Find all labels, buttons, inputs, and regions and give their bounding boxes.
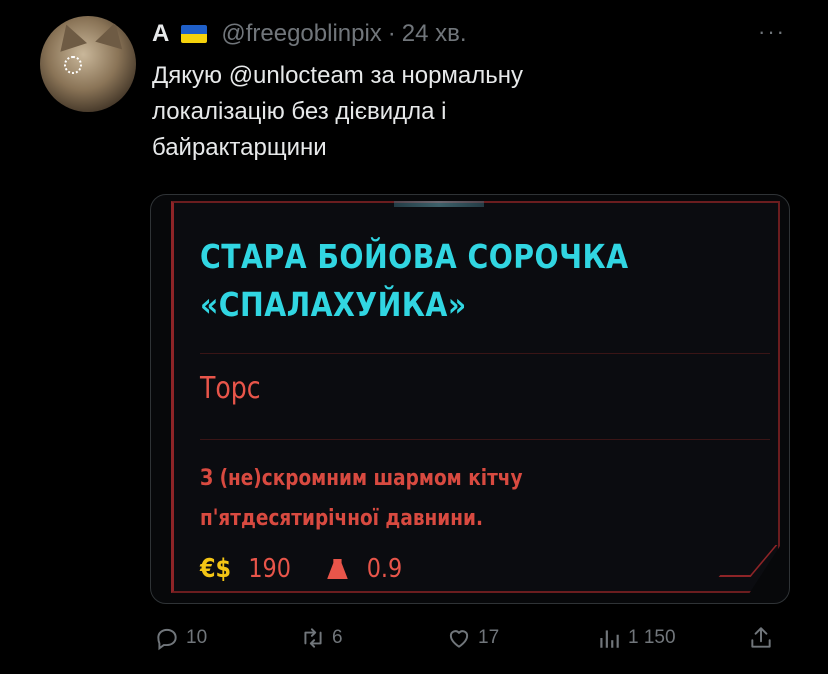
analytics-icon [600,630,619,648]
avatar[interactable] [40,16,136,112]
reply-count: 10 [186,627,208,648]
user-handle[interactable]: @freegoblinpix [221,20,381,48]
display-name[interactable]: A [152,20,169,48]
item-price: 190 [248,554,292,584]
share-icon [751,627,771,648]
divider [200,353,770,354]
tweet-actions: 10 6 17 1 150 [150,620,790,656]
like-button[interactable]: 17 [446,620,499,656]
tweet-media-image[interactable]: СТАРА БОЙОВА СОРОЧКА «СПАЛАХУЙКА» Торс З… [150,194,790,604]
heart-icon [449,630,469,648]
tweet-text: Дякую @unlocteam за нормальну локалізаці… [152,58,712,166]
like-count: 17 [478,627,500,648]
item-weight: 0.9 [366,554,403,584]
reply-button[interactable]: 10 [154,620,207,656]
corner-accent [718,545,778,577]
retweet-count: 6 [332,627,343,648]
tweet-header: A @freegoblinpix · 24 хв. [152,18,467,50]
item-title-line: «СПАЛАХУЙКА» [200,285,467,324]
share-button[interactable] [748,620,780,656]
retweet-icon [304,628,322,648]
panel-glow [394,201,484,207]
avatar-cat-ear [95,18,129,50]
game-item-tooltip: СТАРА БОЙОВА СОРОЧКА «СПАЛАХУЙКА» Торс З… [171,201,780,593]
tweet-text-line: Дякую @unlocteam за нормальну [152,62,524,89]
timestamp[interactable]: 24 хв. [402,20,467,48]
view-count: 1 150 [628,627,676,648]
retweet-button[interactable]: 6 [300,620,343,656]
tweet-text-line: байрактарщини [152,134,327,161]
tweet-text-line: локалізацію без дієвидла і [152,98,447,125]
loading-spinner-icon [64,56,82,74]
item-description-line: З (не)скромним шармом кітчу [200,466,523,491]
item-title: СТАРА БОЙОВА СОРОЧКА «СПАЛАХУЙКА» [200,233,682,329]
item-title-line: СТАРА БОЙОВА СОРОЧКА [200,237,629,276]
separator-dot: · [387,20,396,47]
eurodollar-icon: €$ [200,554,232,584]
item-stats: €$ 190 0.9 [200,551,402,587]
more-options-button[interactable]: ··· [752,19,792,44]
item-description: З (не)скромним шармом кітчу п'ятдесятирі… [200,459,721,539]
avatar-cat-ear [52,20,88,52]
weight-icon [327,559,348,579]
item-description-line: п'ятдесятирічної давнини. [200,506,483,531]
item-slot: Торс [200,371,261,406]
ukraine-flag-icon [181,25,208,43]
views-button[interactable]: 1 150 [596,620,676,656]
divider [200,439,770,440]
reply-icon [157,628,177,651]
